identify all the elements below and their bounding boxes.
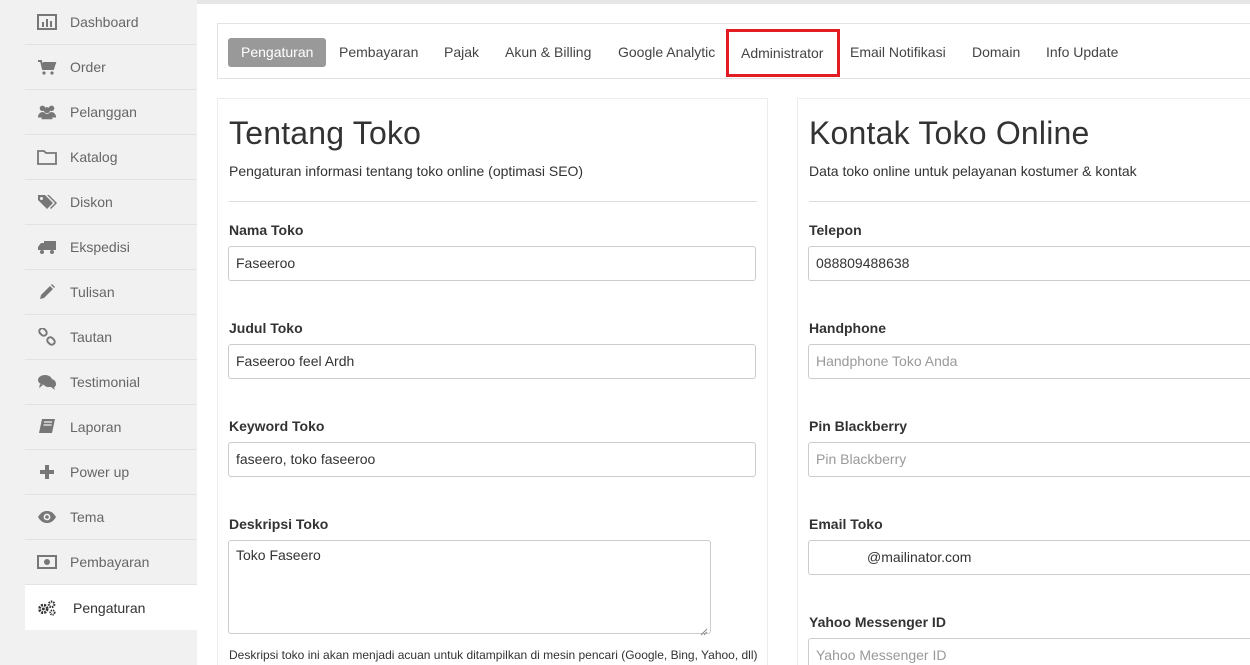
sidebar-item-label: Ekspedisi [70, 239, 130, 255]
store-name-label: Nama Toko [229, 222, 304, 238]
store-heading-input[interactable]: Faseeroo feel Ardh [228, 344, 756, 379]
sidebar-item-tautan[interactable]: Tautan [25, 315, 197, 360]
yahoo-messenger-input[interactable]: Yahoo Messenger ID [808, 638, 1250, 665]
store-description-textarea[interactable]: Toko Faseero [228, 540, 711, 636]
handphone-input[interactable]: Handphone Toko Anda [808, 344, 1250, 379]
tab-pembayaran[interactable]: Pembayaran [339, 38, 418, 67]
panel-subtitle: Pengaturan informasi tentang toko online… [229, 163, 584, 179]
tab-email-notifikasi[interactable]: Email Notifikasi [850, 38, 946, 67]
tab-pajak[interactable]: Pajak [444, 38, 479, 67]
tags-icon [37, 193, 57, 211]
panel-title: Kontak Toko Online [809, 115, 1090, 151]
sidebar-item-label: Tema [70, 509, 105, 525]
sidebar-item-pembayaran[interactable]: Pembayaran [25, 540, 197, 585]
cart-icon [37, 58, 57, 76]
store-description-value: Toko Faseero [236, 547, 321, 563]
sidebar-item-katalog[interactable]: Katalog [25, 135, 197, 180]
link-icon [37, 328, 57, 346]
pin-blackberry-label: Pin Blackberry [809, 418, 908, 434]
store-heading-label: Judul Toko [229, 320, 303, 336]
panel-subtitle: Data toko online untuk pelayanan kostume… [809, 163, 1137, 179]
sidebar-item-label: Pengaturan [73, 599, 146, 616]
sidebar-item-ekspedisi[interactable]: Ekspedisi [25, 225, 197, 270]
users-icon [37, 103, 57, 121]
tab-administrator[interactable]: Administrator [726, 29, 840, 77]
comments-icon [37, 373, 57, 391]
sidebar: Dashboard Order Pelanggan Katalog Diskon… [0, 0, 200, 665]
sidebar-item-label: Katalog [70, 149, 118, 165]
tab-info-update[interactable]: Info Update [1046, 38, 1118, 67]
sidebar-item-label: Power up [70, 464, 130, 480]
sidebar-item-label: Pembayaran [70, 554, 150, 570]
store-about-panel: Tentang Toko Pengaturan informasi tentan… [217, 98, 768, 665]
pin-blackberry-input[interactable]: Pin Blackberry [808, 442, 1250, 477]
email-label: Email Toko [809, 516, 883, 532]
tab-google-analytic[interactable]: Google Analytic [618, 38, 715, 67]
tab-domain[interactable]: Domain [972, 38, 1020, 67]
plus-icon [37, 463, 57, 481]
cogs-icon [37, 599, 57, 617]
store-keyword-input[interactable]: faseero, toko faseeroo [228, 442, 756, 477]
sidebar-item-label: Tautan [70, 329, 113, 345]
sidebar-item-power-up[interactable]: Power up [25, 450, 197, 495]
book-icon [37, 418, 57, 436]
main-content: Pengaturan Pembayaran Pajak Akun & Billi… [197, 4, 1250, 665]
description-help-text: Deskripsi toko ini akan menjadi acuan un… [229, 648, 758, 662]
panel-title: Tentang Toko [229, 115, 422, 151]
sidebar-item-tema[interactable]: Tema [25, 495, 197, 540]
store-description-label: Deskripsi Toko [229, 516, 329, 532]
phone-label: Telepon [809, 222, 862, 238]
email-input[interactable]: @mailinator.com [808, 540, 1250, 575]
tab-pengaturan[interactable]: Pengaturan [228, 38, 327, 67]
sidebar-item-pengaturan[interactable]: Pengaturan [25, 585, 200, 630]
sidebar-item-dashboard[interactable]: Dashboard [25, 0, 197, 45]
sidebar-item-label: Diskon [70, 194, 113, 210]
store-name-input[interactable]: Faseeroo [228, 246, 756, 281]
sidebar-item-label: Tulisan [70, 284, 115, 300]
sidebar-item-diskon[interactable]: Diskon [25, 180, 197, 225]
sidebar-item-order[interactable]: Order [25, 45, 197, 90]
store-keyword-label: Keyword Toko [229, 418, 325, 434]
tab-akun-billing[interactable]: Akun & Billing [505, 38, 591, 67]
eye-icon [37, 508, 57, 526]
divider [229, 201, 757, 202]
sidebar-item-label: Laporan [70, 419, 122, 435]
sidebar-item-label: Order [70, 59, 106, 75]
pencil-icon [37, 283, 57, 301]
truck-icon [37, 238, 57, 256]
sidebar-item-pelanggan[interactable]: Pelanggan [25, 90, 197, 135]
resize-handle-icon[interactable] [700, 623, 708, 636]
money-icon [37, 553, 57, 571]
divider [809, 201, 1250, 202]
phone-input[interactable]: 088809488638 [808, 246, 1250, 281]
handphone-label: Handphone [809, 320, 886, 336]
sidebar-item-laporan[interactable]: Laporan [25, 405, 197, 450]
settings-tab-bar: Pengaturan Pembayaran Pajak Akun & Billi… [217, 23, 1250, 79]
sidebar-item-testimonial[interactable]: Testimonial [25, 360, 197, 405]
yahoo-messenger-label: Yahoo Messenger ID [809, 614, 946, 630]
sidebar-item-label: Dashboard [70, 14, 139, 30]
store-contact-panel: Kontak Toko Online Data toko online untu… [797, 98, 1250, 665]
sidebar-item-label: Pelanggan [70, 104, 137, 120]
folder-icon [37, 148, 57, 166]
bar-chart-icon [37, 13, 57, 31]
sidebar-item-label: Testimonial [70, 374, 141, 390]
sidebar-item-tulisan[interactable]: Tulisan [25, 270, 197, 315]
